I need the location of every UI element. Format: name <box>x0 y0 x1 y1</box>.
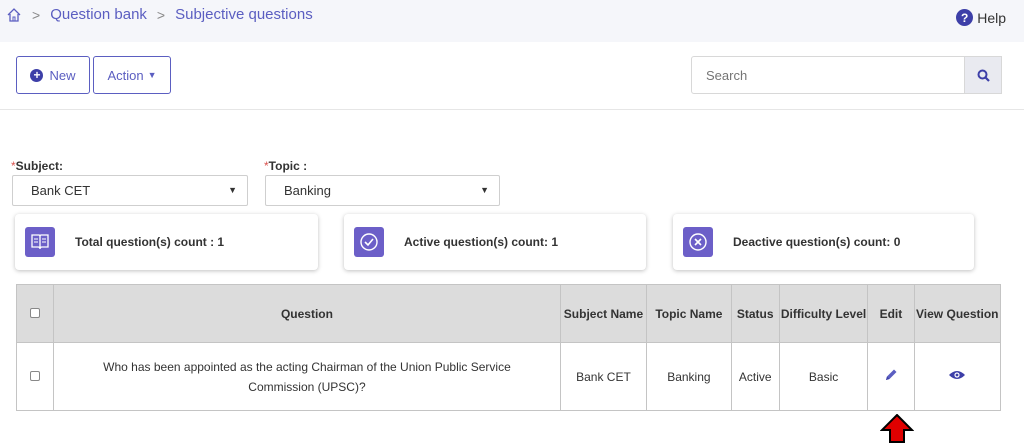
view-cell <box>913 342 1002 411</box>
topic-cell: Banking <box>646 342 732 411</box>
new-button-label: New <box>49 67 76 83</box>
total-count-card: Total question(s) count : 1 <box>15 214 318 270</box>
help-link[interactable]: ? Help <box>956 9 1006 26</box>
help-icon: ? <box>956 9 974 26</box>
view-question-button[interactable] <box>948 370 966 384</box>
edit-button[interactable] <box>883 369 899 386</box>
deactive-count-text: Deactive question(s) count: 0 <box>733 235 901 249</box>
chevron-down-icon: ▼ <box>228 185 237 195</box>
edit-cell <box>867 342 915 411</box>
toolbar: + New Action ▼ <box>0 42 1024 110</box>
caret-down-icon: ▼ <box>147 70 157 80</box>
search-input[interactable] <box>691 56 965 94</box>
subject-cell: Bank CET <box>559 342 648 411</box>
question-cell: Who has been appointed as the acting Cha… <box>53 342 561 411</box>
active-count-text: Active question(s) count: 1 <box>404 235 559 249</box>
header-topic-name[interactable]: Topic Name <box>646 284 732 343</box>
subject-select[interactable]: Bank CET ▼ <box>12 175 248 206</box>
breadcrumb-subjective-questions[interactable]: Subjective questions <box>175 6 313 23</box>
search-icon <box>977 69 990 82</box>
x-circle-icon <box>683 227 713 257</box>
new-button[interactable]: + New <box>16 56 90 94</box>
table-row: Who has been appointed as the acting Cha… <box>15 342 1002 411</box>
breadcrumb-question-bank[interactable]: Question bank <box>50 6 147 23</box>
header-difficulty-level[interactable]: Difficulty Level <box>778 284 869 343</box>
difficulty-cell: Basic <box>778 342 869 411</box>
table-header-row: Question Subject Name Topic Name Status … <box>15 284 1002 343</box>
check-circle-icon <box>354 227 384 257</box>
book-icon <box>25 227 55 257</box>
plus-icon: + <box>30 68 44 82</box>
header-edit: Edit <box>867 284 915 343</box>
pencil-icon <box>885 369 897 380</box>
breadcrumb-separator: > <box>156 6 166 23</box>
header-subject-name[interactable]: Subject Name <box>559 284 648 343</box>
header-question[interactable]: Question <box>53 284 561 343</box>
row-checkbox[interactable] <box>30 370 41 381</box>
total-count-text: Total question(s) count : 1 <box>75 235 225 249</box>
subject-select-value: Bank CET <box>31 183 91 198</box>
topic-select-value: Banking <box>284 183 331 198</box>
breadcrumb-separator: > <box>32 6 41 23</box>
home-icon[interactable] <box>6 7 22 23</box>
action-button-label: Action <box>107 67 144 83</box>
header-view-question: View Question <box>913 284 1002 343</box>
select-all-checkbox[interactable] <box>30 307 41 318</box>
eye-icon <box>949 371 966 379</box>
up-arrow-icon <box>880 414 914 443</box>
subject-label: *Subject: <box>11 159 64 173</box>
active-count-card: Active question(s) count: 1 <box>344 214 646 270</box>
action-dropdown-button[interactable]: Action ▼ <box>93 56 171 94</box>
top-bar: > Question bank > Subjective questions ?… <box>0 0 1024 42</box>
status-cell: Active <box>730 342 780 411</box>
row-select-cell <box>15 342 55 411</box>
select-all-cell <box>15 284 55 343</box>
questions-table: Question Subject Name Topic Name Status … <box>15 284 1002 411</box>
breadcrumb: > Question bank > Subjective questions <box>6 6 313 23</box>
topic-select[interactable]: Banking ▼ <box>265 175 500 206</box>
chevron-down-icon: ▼ <box>480 185 489 195</box>
header-status[interactable]: Status <box>730 284 780 343</box>
deactive-count-card: Deactive question(s) count: 0 <box>673 214 974 270</box>
help-label: Help <box>977 9 1006 26</box>
topic-label: *Topic : <box>264 159 308 173</box>
search-button[interactable] <box>965 56 1002 94</box>
